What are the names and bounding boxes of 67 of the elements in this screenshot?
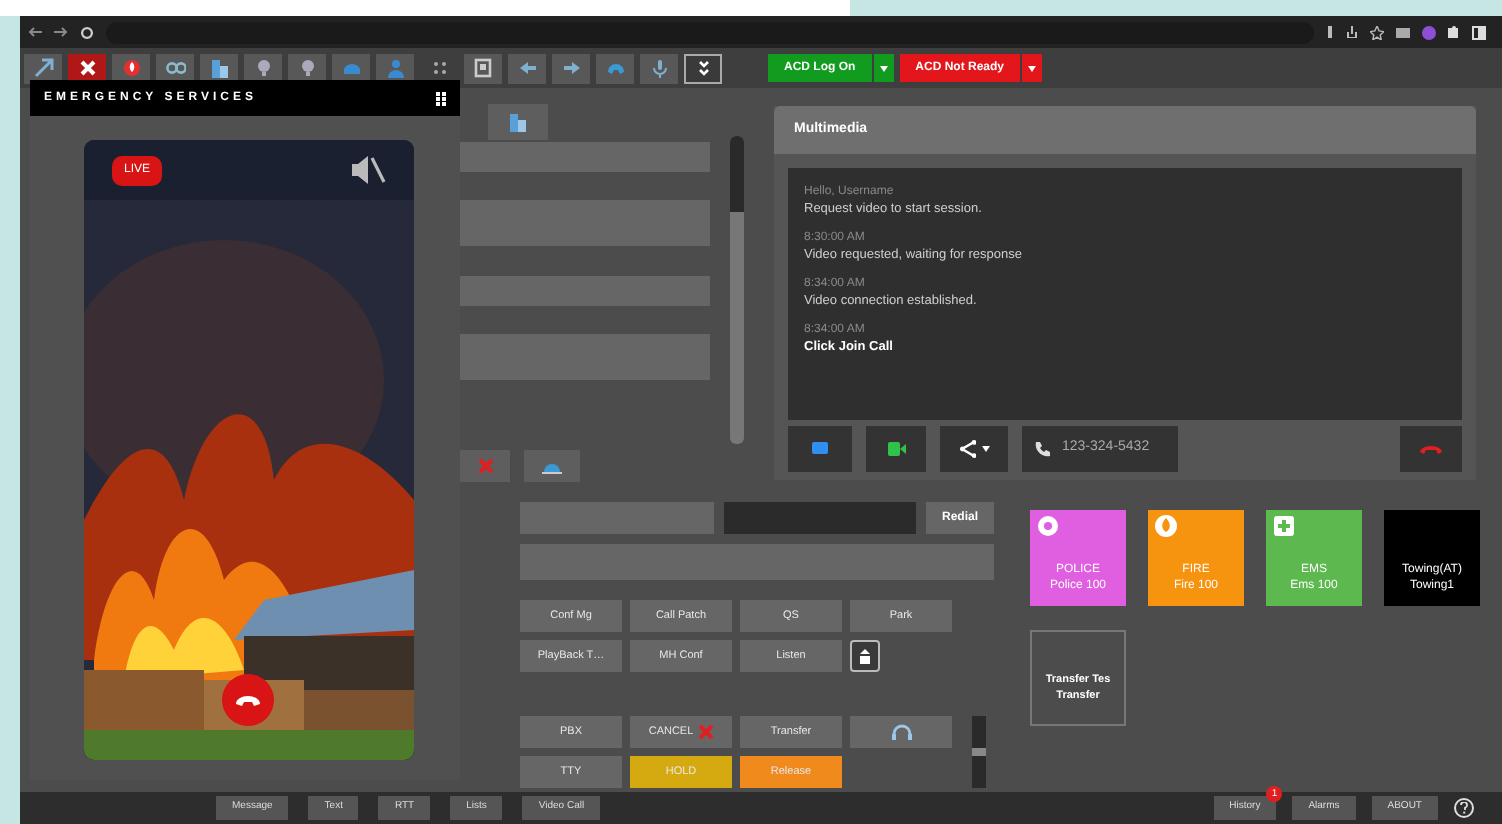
input-field[interactable] bbox=[520, 544, 994, 580]
share-button[interactable] bbox=[940, 426, 1008, 472]
dropdown-button[interactable] bbox=[1022, 54, 1043, 82]
close-icon bbox=[77, 58, 97, 78]
building-button[interactable] bbox=[488, 104, 548, 140]
building-icon bbox=[209, 58, 229, 78]
input-field[interactable] bbox=[460, 142, 710, 172]
help-icon bbox=[1460, 802, 1468, 814]
mic-icon bbox=[649, 58, 669, 78]
scrollbar[interactable] bbox=[730, 136, 744, 444]
forward-icon[interactable] bbox=[54, 26, 68, 38]
input-field[interactable] bbox=[520, 502, 714, 534]
flame-icon bbox=[121, 58, 141, 78]
headset-button[interactable] bbox=[850, 716, 952, 748]
dropdown-button[interactable] bbox=[873, 54, 894, 82]
arrow-icon bbox=[33, 58, 53, 78]
toolbar-button[interactable] bbox=[244, 53, 282, 83]
sidebar-icon[interactable] bbox=[1472, 25, 1486, 39]
chat-icon bbox=[812, 442, 828, 456]
share-icon[interactable] bbox=[1346, 26, 1358, 38]
share-icon bbox=[959, 440, 975, 458]
back-icon[interactable] bbox=[28, 26, 42, 38]
input-field[interactable] bbox=[460, 334, 710, 380]
hang-up-icon bbox=[234, 693, 262, 707]
handset-icon bbox=[605, 58, 625, 78]
toolbar-button[interactable] bbox=[156, 53, 194, 83]
bulb-icon bbox=[297, 58, 317, 78]
chat-button[interactable] bbox=[788, 426, 852, 472]
book-icon bbox=[473, 58, 493, 78]
help-button[interactable] bbox=[1454, 798, 1474, 818]
caret-icon bbox=[1028, 65, 1037, 71]
toolbar-button[interactable] bbox=[68, 53, 106, 83]
arrow-left-icon bbox=[517, 58, 537, 78]
badge-icon bbox=[1036, 514, 1060, 538]
input-field[interactable] bbox=[460, 200, 710, 246]
toolbar-button[interactable] bbox=[288, 53, 326, 83]
input-field[interactable] bbox=[460, 276, 710, 306]
toolbar-button[interactable] bbox=[200, 53, 238, 83]
dome-button[interactable] bbox=[524, 450, 580, 482]
input-field[interactable] bbox=[724, 502, 916, 534]
caret-icon bbox=[981, 446, 989, 452]
grid-icon bbox=[429, 58, 449, 78]
glasses-icon bbox=[165, 58, 185, 78]
close-icon bbox=[477, 458, 493, 474]
dome-icon bbox=[542, 459, 562, 473]
puzzle-icon[interactable] bbox=[1448, 26, 1460, 38]
building-icon bbox=[510, 113, 526, 131]
star-icon[interactable] bbox=[1370, 25, 1384, 39]
flame-icon bbox=[1154, 514, 1178, 538]
camera-icon bbox=[887, 442, 905, 456]
toolbar-button[interactable] bbox=[112, 53, 150, 83]
headset-icon bbox=[891, 724, 911, 740]
hang-up-icon bbox=[1420, 444, 1442, 454]
expand-icon bbox=[693, 58, 713, 78]
caret-icon bbox=[879, 65, 888, 71]
avatar-icon[interactable] bbox=[1422, 25, 1436, 39]
toolbar-button[interactable] bbox=[24, 53, 62, 83]
person-button[interactable] bbox=[850, 640, 880, 672]
reload-icon[interactable] bbox=[80, 25, 94, 39]
scrollbar[interactable] bbox=[972, 716, 986, 788]
bulb-icon bbox=[253, 58, 273, 78]
arrow-right-icon bbox=[561, 58, 581, 78]
video-button[interactable] bbox=[866, 426, 926, 472]
drag-handle-icon bbox=[436, 91, 446, 105]
close-icon bbox=[697, 724, 714, 740]
toolbar-button[interactable] bbox=[464, 53, 502, 83]
toolbar-button[interactable] bbox=[684, 53, 722, 83]
